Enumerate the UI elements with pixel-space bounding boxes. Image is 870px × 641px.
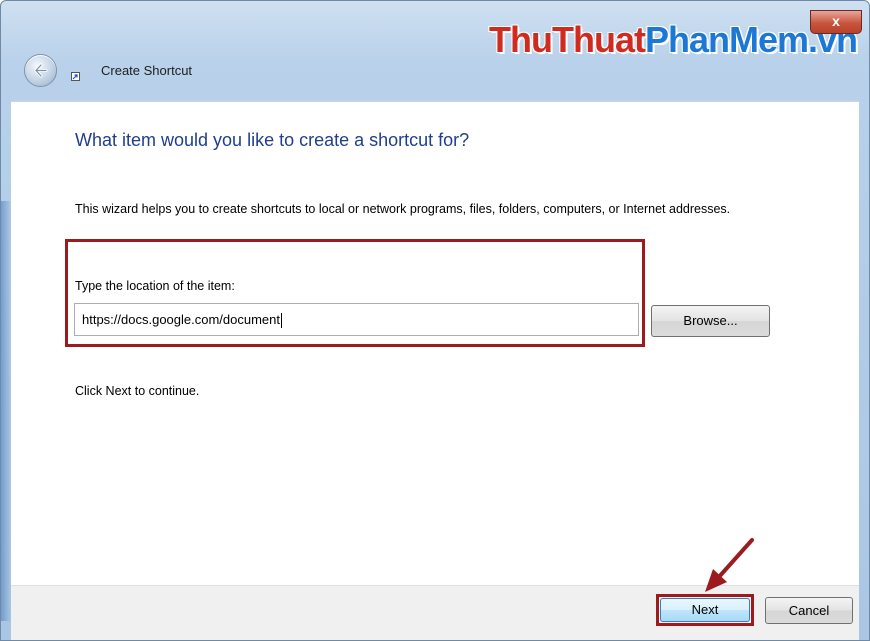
window-title: Create Shortcut [101, 63, 193, 78]
wizard-footer: Next Cancel [11, 585, 859, 640]
back-arrow-icon [34, 63, 48, 78]
wizard-content: What item would you like to create a sho… [11, 101, 859, 586]
location-value: https://docs.google.com/document [82, 312, 281, 327]
location-input[interactable]: https://docs.google.com/document [74, 303, 639, 336]
text-caret [281, 313, 283, 329]
close-button[interactable]: x [810, 10, 862, 34]
back-button[interactable] [24, 54, 57, 87]
wizard-description: This wizard helps you to create shortcut… [75, 202, 731, 216]
next-highlight-box [656, 594, 754, 626]
browse-button[interactable]: Browse... [651, 305, 770, 337]
create-shortcut-window: Create Shortcut ThuThuatPhanMem.vn x Wha… [0, 0, 870, 641]
close-icon: x [832, 13, 840, 29]
location-label: Type the location of the item: [75, 279, 235, 293]
continue-hint: Click Next to continue. [75, 384, 200, 398]
shortcut-icon [71, 72, 80, 81]
cancel-button[interactable]: Cancel [765, 597, 853, 624]
wizard-heading: What item would you like to create a sho… [75, 130, 470, 150]
watermark-part-1: ThuThuat [489, 19, 646, 60]
title-bar: Create Shortcut ThuThuatPhanMem.vn x [1, 1, 869, 101]
watermark-logo: ThuThuatPhanMem.vn [489, 19, 858, 61]
